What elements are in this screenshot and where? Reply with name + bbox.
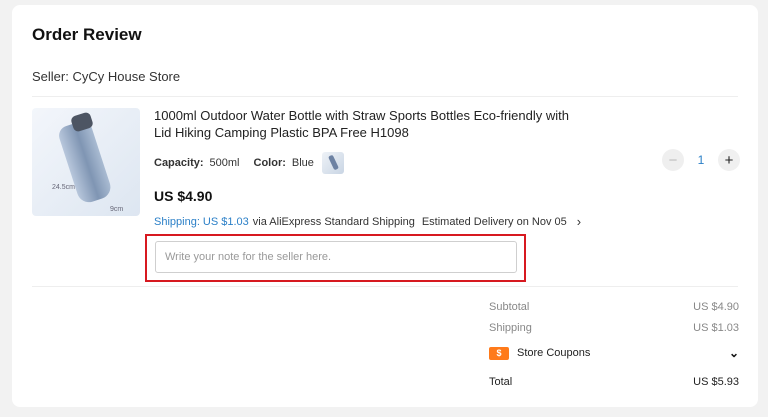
quantity-stepper[interactable]: − 1 + — [662, 149, 740, 171]
chevron-down-icon[interactable]: ⌄ — [729, 346, 739, 360]
shipping-value: US $1.03 — [693, 322, 739, 334]
total-label: Total — [489, 376, 513, 388]
page-title: Order Review — [32, 25, 142, 44]
decrease-quantity-button[interactable]: − — [662, 149, 684, 171]
color-value: Blue — [291, 157, 314, 169]
chevron-right-icon[interactable]: › — [577, 214, 581, 229]
subtotal-row: Subtotal US $4.90 — [489, 301, 739, 313]
estimated-delivery: Estimated Delivery on Nov 05 — [421, 215, 567, 228]
shipping-row: Shipping US $1.03 — [489, 322, 739, 334]
shipping-info[interactable]: Shipping: US $1.03 via AliExpress Standa… — [154, 214, 581, 229]
shipping-cost-link[interactable]: Shipping: US $1.03 — [154, 216, 249, 228]
product-attributes: Capacity: 500ml Color: Blue — [154, 152, 344, 174]
quantity-value[interactable]: 1 — [694, 153, 708, 167]
total-row: Total US $5.93 — [489, 376, 739, 388]
store-coupons-label: Store Coupons — [517, 347, 591, 359]
subtotal-label: Subtotal — [489, 301, 530, 313]
store-coupons-row[interactable]: $ Store Coupons ⌄ — [489, 346, 739, 360]
image-dimension-height: 24.5cm — [52, 184, 75, 191]
shipping-label: Shipping — [489, 322, 532, 334]
capacity-label: Capacity: — [154, 157, 204, 169]
shipping-method: via AliExpress Standard Shipping — [252, 215, 415, 228]
divider — [32, 96, 738, 97]
product-image[interactable]: 24.5cm 9cm — [32, 108, 140, 216]
increase-quantity-button[interactable]: + — [718, 149, 740, 171]
note-highlight-box — [145, 234, 526, 282]
subtotal-value: US $4.90 — [693, 301, 739, 313]
color-swatch — [321, 152, 344, 174]
coupon-icon: $ — [489, 346, 509, 360]
product-title[interactable]: 1000ml Outdoor Water Bottle with Straw S… — [154, 107, 574, 141]
image-dimension-width: 9cm — [110, 206, 124, 213]
order-review-card: Order Review Seller: CyCy House Store 24… — [12, 5, 758, 407]
capacity-value: 500ml — [209, 157, 240, 169]
color-label: Color: — [253, 157, 286, 169]
product-price: US $4.90 — [154, 188, 213, 204]
seller-name[interactable]: Seller: CyCy House Store — [32, 69, 180, 84]
divider — [32, 286, 738, 287]
seller-note-input[interactable] — [155, 241, 517, 273]
total-value: US $5.93 — [693, 376, 739, 388]
